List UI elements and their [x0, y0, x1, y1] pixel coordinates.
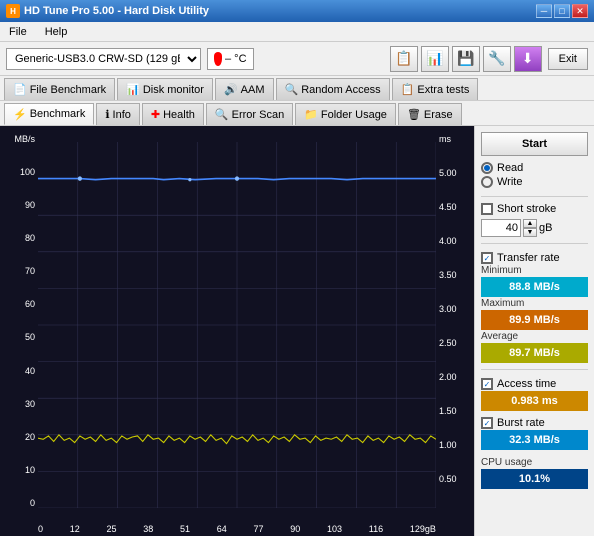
toolbar-icon-2[interactable]: 📊 [421, 46, 449, 72]
divider-1 [481, 196, 588, 197]
tab-extra-tests[interactable]: 📋 Extra tests [392, 78, 479, 100]
title-bar: H HD Tune Pro 5.00 - Hard Disk Utility ─… [0, 0, 594, 22]
chart-unit-ms: ms [436, 134, 474, 144]
access-time-bar: 0.983 ms [481, 391, 588, 411]
file-benchmark-icon: 📄 [13, 83, 27, 96]
random-access-icon: 🔍 [285, 83, 299, 96]
toolbar-icons: 📋 📊 💾 🔧 ⬇ [390, 46, 542, 72]
access-time-checkbox[interactable]: ✓ [481, 378, 493, 390]
transfer-rate-section: ✓ Transfer rate Minimum 88.8 MB/s Maximu… [481, 252, 588, 363]
tab-random-access[interactable]: 🔍 Random Access [276, 78, 390, 100]
spin-down-button[interactable]: ▼ [523, 228, 537, 237]
read-radio[interactable] [481, 162, 493, 174]
thermometer-icon [214, 52, 222, 66]
tab-row-1: 📄 File Benchmark 📊 Disk monitor 🔊 AAM 🔍 … [0, 76, 594, 101]
chart-area: MB/s 100 90 80 70 60 50 40 30 20 10 0 ms… [0, 126, 474, 536]
cpu-usage-section: CPU usage 10.1% [481, 456, 588, 489]
spinner-unit: gB [539, 222, 552, 234]
drive-select[interactable]: Generic-USB3.0 CRW-SD (129 gB) [6, 48, 201, 70]
access-time-section: ✓ Access time 0.983 ms [481, 378, 588, 411]
transfer-rate-checkbox[interactable]: ✓ [481, 252, 493, 264]
temp-value: – °C [225, 53, 247, 65]
burst-rate-bar: 32.3 MB/s [481, 430, 588, 450]
menu-file[interactable]: File [6, 25, 30, 39]
x-axis: 0 12 25 38 51 64 77 90 103 116 129gB [38, 524, 436, 534]
y-axis-right: ms 5.00 4.50 4.00 3.50 3.00 2.50 2.00 1.… [436, 134, 474, 508]
minimum-label: Minimum [481, 265, 588, 276]
erase-icon: 🗑 [407, 108, 421, 121]
right-panel: Start Read Write Short stroke 40 ▲ ▼ gB [474, 126, 594, 536]
title-text: HD Tune Pro 5.00 - Hard Disk Utility [24, 5, 209, 17]
divider-2 [481, 243, 588, 244]
disk-monitor-icon: 📊 [126, 83, 140, 96]
average-bar: 89.7 MB/s [481, 343, 588, 363]
minimum-bar: 88.8 MB/s [481, 277, 588, 297]
tab-row-2: ⚡ Benchmark ℹ Info ✚ Health 🔍 Error Scan… [0, 101, 594, 126]
burst-rate-option[interactable]: ✓ Burst rate [481, 417, 588, 429]
extra-tests-icon: 📋 [401, 83, 415, 96]
transfer-rate-option[interactable]: ✓ Transfer rate [481, 252, 588, 264]
access-time-option[interactable]: ✓ Access time [481, 378, 588, 390]
toolbar-icon-5[interactable]: ⬇ [514, 46, 542, 72]
tab-info[interactable]: ℹ Info [96, 103, 140, 125]
toolbar: Generic-USB3.0 CRW-SD (129 gB) – °C 📋 📊 … [0, 42, 594, 76]
tab-aam[interactable]: 🔊 AAM [215, 78, 274, 100]
spinner-row: 40 ▲ ▼ gB [481, 219, 588, 237]
tab-benchmark[interactable]: ⚡ Benchmark [4, 103, 94, 125]
folder-usage-icon: 📁 [304, 108, 318, 121]
cpu-usage-label: CPU usage [481, 457, 588, 468]
benchmark-icon: ⚡ [13, 108, 27, 121]
error-scan-icon: 🔍 [215, 108, 229, 121]
aam-icon: 🔊 [224, 83, 238, 96]
tab-folder-usage[interactable]: 📁 Folder Usage [295, 103, 396, 125]
divider-3 [481, 369, 588, 370]
maximize-button[interactable]: □ [554, 4, 570, 18]
chart-svg [38, 142, 436, 508]
spinner-input[interactable]: 40 [481, 219, 521, 237]
app-icon: H [6, 4, 20, 18]
health-icon: ✚ [151, 108, 160, 121]
tab-health[interactable]: ✚ Health [142, 103, 204, 125]
main-content: MB/s 100 90 80 70 60 50 40 30 20 10 0 ms… [0, 126, 594, 536]
write-option[interactable]: Write [481, 176, 588, 188]
close-button[interactable]: ✕ [572, 4, 588, 18]
tab-file-benchmark[interactable]: 📄 File Benchmark [4, 78, 115, 100]
start-button[interactable]: Start [481, 132, 588, 156]
burst-rate-checkbox[interactable]: ✓ [481, 417, 493, 429]
temp-display: – °C [207, 48, 254, 70]
tab-disk-monitor[interactable]: 📊 Disk monitor [117, 78, 213, 100]
menu-bar: File Help [0, 22, 594, 42]
burst-rate-section: ✓ Burst rate 32.3 MB/s [481, 417, 588, 450]
chart-unit-mbs: MB/s [0, 134, 38, 144]
toolbar-icon-3[interactable]: 💾 [452, 46, 480, 72]
read-option[interactable]: Read [481, 162, 588, 174]
window-controls: ─ □ ✕ [536, 4, 588, 18]
tab-erase[interactable]: 🗑 Erase [398, 103, 462, 125]
read-write-options: Read Write [481, 160, 588, 190]
info-icon: ℹ [105, 108, 109, 121]
maximum-label: Maximum [481, 298, 588, 309]
tab-error-scan[interactable]: 🔍 Error Scan [206, 103, 293, 125]
minimize-button[interactable]: ─ [536, 4, 552, 18]
toolbar-icon-1[interactable]: 📋 [390, 46, 418, 72]
short-stroke-option[interactable]: Short stroke [481, 203, 588, 215]
spin-up-button[interactable]: ▲ [523, 219, 537, 228]
short-stroke-checkbox[interactable] [481, 203, 493, 215]
toolbar-icon-4[interactable]: 🔧 [483, 46, 511, 72]
menu-help[interactable]: Help [42, 25, 71, 39]
average-label: Average [481, 331, 588, 342]
cpu-usage-bar: 10.1% [481, 469, 588, 489]
spinner-buttons: ▲ ▼ [523, 219, 537, 237]
chart-canvas [38, 142, 436, 508]
exit-button[interactable]: Exit [548, 48, 588, 70]
maximum-bar: 89.9 MB/s [481, 310, 588, 330]
y-axis-left: MB/s 100 90 80 70 60 50 40 30 20 10 0 [0, 134, 38, 508]
write-radio[interactable] [481, 176, 493, 188]
